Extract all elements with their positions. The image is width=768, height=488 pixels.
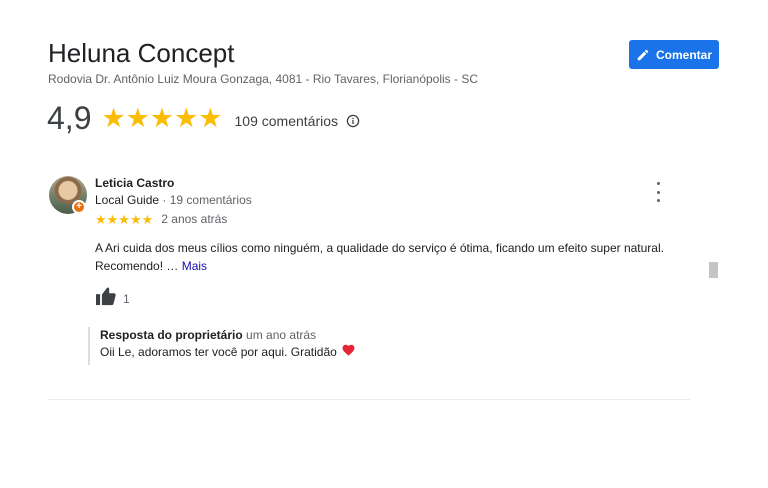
like-button[interactable]: 1 — [95, 286, 130, 311]
comment-button[interactable]: Comentar — [629, 40, 719, 69]
like-count: 1 — [123, 291, 130, 306]
review-stars: ★★★★★ — [95, 211, 154, 227]
pencil-icon — [636, 48, 650, 62]
review-body: A Ari cuida dos meus cílios como ninguém… — [95, 241, 664, 273]
place-address: Rodovia Dr. Antônio Luiz Moura Gonzaga, … — [48, 72, 479, 86]
more-options-icon[interactable] — [650, 182, 666, 202]
reply-header: Resposta do proprietário um ano atrás — [100, 327, 355, 344]
reviewer-meta: Local Guide · 19 comentários — [95, 193, 252, 207]
reply-date: um ano atrás — [246, 328, 317, 342]
comment-button-label: Comentar — [655, 47, 712, 62]
info-icon[interactable] — [346, 114, 360, 128]
rating-stars: ★★★★★ — [101, 103, 223, 133]
reviewer-name[interactable]: Leticia Castro — [95, 176, 174, 190]
review-date: 2 anos atrás — [161, 212, 228, 226]
local-guide-badge-icon: + — [72, 200, 86, 214]
thumbs-up-icon — [95, 286, 117, 311]
more-link[interactable]: Mais — [182, 259, 207, 273]
reviewer-review-count: 19 comentários — [169, 193, 252, 207]
place-title: Heluna Concept — [48, 38, 235, 68]
local-guide-label: Local Guide — [95, 193, 160, 207]
reply-owner-label: Resposta do proprietário — [100, 328, 243, 342]
heart-icon — [342, 344, 355, 361]
rating-value: 4,9 — [47, 100, 92, 136]
reply-text: Oii Le, adoramos ter você por aqui. Grat… — [100, 345, 337, 359]
reply-text-row: Oii Le, adoramos ter você por aqui. Grat… — [100, 344, 355, 361]
review-divider — [48, 399, 690, 400]
review-text: A Ari cuida dos meus cílios como ninguém… — [95, 239, 675, 275]
reviews-panel: Heluna Concept Rodovia Dr. Antônio Luiz … — [0, 0, 768, 488]
review-rating-row: ★★★★★ 2 anos atrás — [95, 212, 227, 226]
rating-summary: 4,9 ★★★★★ 109 comentários — [47, 100, 360, 137]
scrollbar-thumb[interactable] — [709, 262, 718, 278]
meta-separator: · — [159, 193, 170, 207]
review-count[interactable]: 109 comentários — [235, 113, 339, 129]
owner-reply: Resposta do proprietário um ano atrás Oi… — [88, 327, 355, 365]
